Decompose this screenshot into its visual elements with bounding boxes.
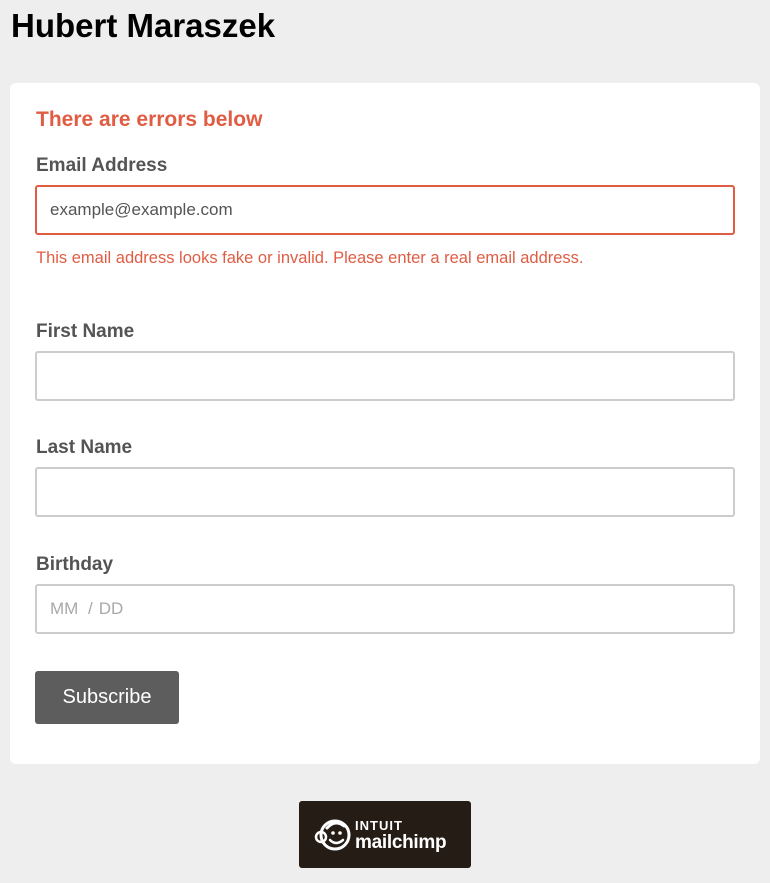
intuit-mailchimp-badge[interactable]: INTUIT mailchimp xyxy=(299,801,471,868)
subscribe-button[interactable]: Subscribe xyxy=(35,671,179,724)
first-name-label: First Name xyxy=(36,321,135,342)
email-label: Email Address xyxy=(36,155,168,176)
badge-mailchimp-text: mailchimp xyxy=(355,832,447,853)
last-name-input[interactable] xyxy=(35,467,735,517)
error-summary: There are errors below xyxy=(36,108,263,131)
freddie-monkey-icon xyxy=(314,819,351,851)
signup-form-card: There are errors below Email Address Thi… xyxy=(10,83,760,764)
birthday-field: / xyxy=(35,584,735,634)
birthday-separator: / xyxy=(88,599,93,618)
page-title: Hubert Maraszek xyxy=(11,7,276,44)
birthday-label: Birthday xyxy=(36,554,114,575)
first-name-input[interactable] xyxy=(35,351,735,401)
birthday-month-input[interactable] xyxy=(50,599,82,619)
last-name-label: Last Name xyxy=(36,437,133,458)
birthday-day-input[interactable] xyxy=(98,599,139,619)
email-input[interactable] xyxy=(35,185,735,235)
email-error-message: This email address looks fake or invalid… xyxy=(36,249,584,267)
